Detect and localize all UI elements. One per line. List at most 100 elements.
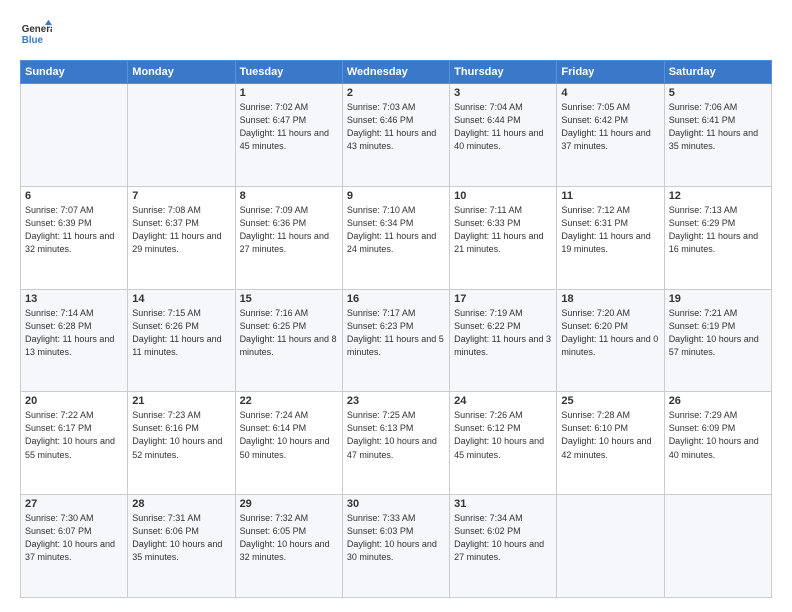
calendar-cell: 20 Sunrise: 7:22 AMSunset: 6:17 PMDaylig…: [21, 392, 128, 495]
cell-info: Sunrise: 7:16 AMSunset: 6:25 PMDaylight:…: [240, 308, 337, 357]
weekday-tuesday: Tuesday: [235, 61, 342, 84]
calendar-cell: [557, 495, 664, 598]
calendar-cell: 27 Sunrise: 7:30 AMSunset: 6:07 PMDaylig…: [21, 495, 128, 598]
day-number: 18: [561, 293, 659, 305]
cell-info: Sunrise: 7:12 AMSunset: 6:31 PMDaylight:…: [561, 205, 650, 254]
cell-info: Sunrise: 7:17 AMSunset: 6:23 PMDaylight:…: [347, 308, 444, 357]
calendar-cell: [21, 84, 128, 187]
day-number: 25: [561, 395, 659, 407]
calendar-table: SundayMondayTuesdayWednesdayThursdayFrid…: [20, 60, 772, 598]
calendar-cell: 8 Sunrise: 7:09 AMSunset: 6:36 PMDayligh…: [235, 186, 342, 289]
cell-info: Sunrise: 7:07 AMSunset: 6:39 PMDaylight:…: [25, 205, 114, 254]
calendar-cell: 18 Sunrise: 7:20 AMSunset: 6:20 PMDaylig…: [557, 289, 664, 392]
cell-info: Sunrise: 7:05 AMSunset: 6:42 PMDaylight:…: [561, 102, 650, 151]
calendar-cell: 26 Sunrise: 7:29 AMSunset: 6:09 PMDaylig…: [664, 392, 771, 495]
calendar-cell: 6 Sunrise: 7:07 AMSunset: 6:39 PMDayligh…: [21, 186, 128, 289]
day-number: 2: [347, 87, 445, 99]
weekday-wednesday: Wednesday: [342, 61, 449, 84]
calendar-page: General Blue SundayMondayTuesdayWednesda…: [0, 0, 792, 612]
calendar-cell: 3 Sunrise: 7:04 AMSunset: 6:44 PMDayligh…: [450, 84, 557, 187]
week-row-2: 6 Sunrise: 7:07 AMSunset: 6:39 PMDayligh…: [21, 186, 772, 289]
weekday-thursday: Thursday: [450, 61, 557, 84]
day-number: 23: [347, 395, 445, 407]
cell-info: Sunrise: 7:34 AMSunset: 6:02 PMDaylight:…: [454, 513, 544, 562]
cell-info: Sunrise: 7:13 AMSunset: 6:29 PMDaylight:…: [669, 205, 758, 254]
logo-icon: General Blue: [20, 18, 52, 50]
cell-info: Sunrise: 7:14 AMSunset: 6:28 PMDaylight:…: [25, 308, 114, 357]
day-number: 14: [132, 293, 230, 305]
weekday-saturday: Saturday: [664, 61, 771, 84]
calendar-cell: 7 Sunrise: 7:08 AMSunset: 6:37 PMDayligh…: [128, 186, 235, 289]
cell-info: Sunrise: 7:19 AMSunset: 6:22 PMDaylight:…: [454, 308, 551, 357]
day-number: 1: [240, 87, 338, 99]
calendar-cell: 15 Sunrise: 7:16 AMSunset: 6:25 PMDaylig…: [235, 289, 342, 392]
calendar-cell: 2 Sunrise: 7:03 AMSunset: 6:46 PMDayligh…: [342, 84, 449, 187]
day-number: 8: [240, 190, 338, 202]
calendar-cell: [664, 495, 771, 598]
cell-info: Sunrise: 7:29 AMSunset: 6:09 PMDaylight:…: [669, 410, 759, 459]
day-number: 27: [25, 498, 123, 510]
cell-info: Sunrise: 7:32 AMSunset: 6:05 PMDaylight:…: [240, 513, 330, 562]
day-number: 4: [561, 87, 659, 99]
day-number: 22: [240, 395, 338, 407]
header: General Blue: [20, 18, 772, 50]
day-number: 13: [25, 293, 123, 305]
cell-info: Sunrise: 7:20 AMSunset: 6:20 PMDaylight:…: [561, 308, 658, 357]
calendar-cell: 11 Sunrise: 7:12 AMSunset: 6:31 PMDaylig…: [557, 186, 664, 289]
day-number: 16: [347, 293, 445, 305]
cell-info: Sunrise: 7:22 AMSunset: 6:17 PMDaylight:…: [25, 410, 115, 459]
logo: General Blue: [20, 18, 52, 50]
calendar-cell: 17 Sunrise: 7:19 AMSunset: 6:22 PMDaylig…: [450, 289, 557, 392]
weekday-friday: Friday: [557, 61, 664, 84]
cell-info: Sunrise: 7:15 AMSunset: 6:26 PMDaylight:…: [132, 308, 221, 357]
cell-info: Sunrise: 7:31 AMSunset: 6:06 PMDaylight:…: [132, 513, 222, 562]
day-number: 3: [454, 87, 552, 99]
calendar-cell: 4 Sunrise: 7:05 AMSunset: 6:42 PMDayligh…: [557, 84, 664, 187]
day-number: 6: [25, 190, 123, 202]
cell-info: Sunrise: 7:23 AMSunset: 6:16 PMDaylight:…: [132, 410, 222, 459]
calendar-cell: 16 Sunrise: 7:17 AMSunset: 6:23 PMDaylig…: [342, 289, 449, 392]
calendar-cell: 12 Sunrise: 7:13 AMSunset: 6:29 PMDaylig…: [664, 186, 771, 289]
cell-info: Sunrise: 7:03 AMSunset: 6:46 PMDaylight:…: [347, 102, 436, 151]
cell-info: Sunrise: 7:04 AMSunset: 6:44 PMDaylight:…: [454, 102, 543, 151]
cell-info: Sunrise: 7:25 AMSunset: 6:13 PMDaylight:…: [347, 410, 437, 459]
calendar-cell: 31 Sunrise: 7:34 AMSunset: 6:02 PMDaylig…: [450, 495, 557, 598]
day-number: 10: [454, 190, 552, 202]
calendar-cell: 13 Sunrise: 7:14 AMSunset: 6:28 PMDaylig…: [21, 289, 128, 392]
cell-info: Sunrise: 7:06 AMSunset: 6:41 PMDaylight:…: [669, 102, 758, 151]
cell-info: Sunrise: 7:10 AMSunset: 6:34 PMDaylight:…: [347, 205, 436, 254]
calendar-cell: 28 Sunrise: 7:31 AMSunset: 6:06 PMDaylig…: [128, 495, 235, 598]
calendar-cell: 14 Sunrise: 7:15 AMSunset: 6:26 PMDaylig…: [128, 289, 235, 392]
weekday-sunday: Sunday: [21, 61, 128, 84]
cell-info: Sunrise: 7:26 AMSunset: 6:12 PMDaylight:…: [454, 410, 544, 459]
day-number: 30: [347, 498, 445, 510]
cell-info: Sunrise: 7:28 AMSunset: 6:10 PMDaylight:…: [561, 410, 651, 459]
day-number: 19: [669, 293, 767, 305]
cell-info: Sunrise: 7:09 AMSunset: 6:36 PMDaylight:…: [240, 205, 329, 254]
weekday-header-row: SundayMondayTuesdayWednesdayThursdayFrid…: [21, 61, 772, 84]
week-row-3: 13 Sunrise: 7:14 AMSunset: 6:28 PMDaylig…: [21, 289, 772, 392]
day-number: 5: [669, 87, 767, 99]
day-number: 7: [132, 190, 230, 202]
cell-info: Sunrise: 7:24 AMSunset: 6:14 PMDaylight:…: [240, 410, 330, 459]
day-number: 26: [669, 395, 767, 407]
day-number: 21: [132, 395, 230, 407]
calendar-cell: 10 Sunrise: 7:11 AMSunset: 6:33 PMDaylig…: [450, 186, 557, 289]
weekday-monday: Monday: [128, 61, 235, 84]
day-number: 15: [240, 293, 338, 305]
week-row-4: 20 Sunrise: 7:22 AMSunset: 6:17 PMDaylig…: [21, 392, 772, 495]
calendar-cell: 29 Sunrise: 7:32 AMSunset: 6:05 PMDaylig…: [235, 495, 342, 598]
cell-info: Sunrise: 7:33 AMSunset: 6:03 PMDaylight:…: [347, 513, 437, 562]
cell-info: Sunrise: 7:02 AMSunset: 6:47 PMDaylight:…: [240, 102, 329, 151]
calendar-cell: 1 Sunrise: 7:02 AMSunset: 6:47 PMDayligh…: [235, 84, 342, 187]
svg-text:Blue: Blue: [22, 35, 44, 46]
day-number: 17: [454, 293, 552, 305]
week-row-1: 1 Sunrise: 7:02 AMSunset: 6:47 PMDayligh…: [21, 84, 772, 187]
cell-info: Sunrise: 7:30 AMSunset: 6:07 PMDaylight:…: [25, 513, 115, 562]
day-number: 20: [25, 395, 123, 407]
calendar-cell: 25 Sunrise: 7:28 AMSunset: 6:10 PMDaylig…: [557, 392, 664, 495]
calendar-cell: 21 Sunrise: 7:23 AMSunset: 6:16 PMDaylig…: [128, 392, 235, 495]
calendar-cell: 30 Sunrise: 7:33 AMSunset: 6:03 PMDaylig…: [342, 495, 449, 598]
day-number: 28: [132, 498, 230, 510]
calendar-cell: 5 Sunrise: 7:06 AMSunset: 6:41 PMDayligh…: [664, 84, 771, 187]
